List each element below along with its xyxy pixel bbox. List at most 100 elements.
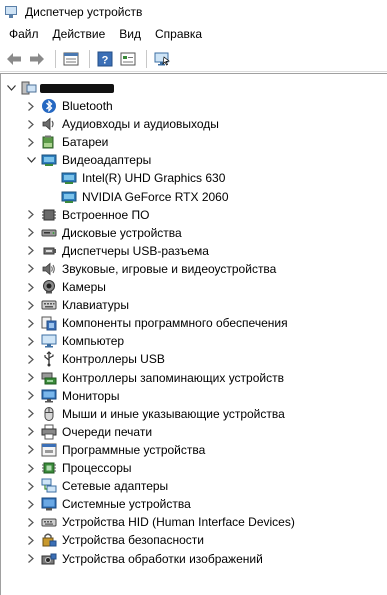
expand-chevron-icon[interactable] [25, 441, 37, 459]
camera-icon [41, 279, 57, 295]
expand-chevron-icon[interactable] [25, 332, 37, 350]
expand-chevron-icon[interactable] [25, 350, 37, 368]
help-button[interactable]: ? [95, 49, 115, 69]
tree-category-label: Батареи [62, 135, 109, 150]
tree-category[interactable]: Клавиатуры [25, 296, 129, 314]
computer-icon [21, 80, 37, 96]
menu-view[interactable]: Вид [112, 27, 148, 41]
expand-chevron-icon[interactable] [25, 369, 37, 387]
tree-category[interactable]: Программные устройства [25, 441, 205, 459]
sound-icon [41, 261, 57, 277]
tree-category-label: Программные устройства [62, 442, 206, 457]
svg-text:?: ? [102, 54, 109, 66]
security-device-icon [41, 532, 57, 548]
menu-action[interactable]: Действие [46, 27, 113, 41]
expand-chevron-icon[interactable] [25, 97, 37, 115]
expand-chevron-icon[interactable] [25, 296, 37, 314]
tree-category-label: Аудиовходы и аудиовыходы [62, 117, 219, 132]
tree-category[interactable]: Очереди печати [25, 423, 152, 441]
tree-category[interactable]: Процессоры [25, 459, 132, 477]
tree-device[interactable]: NVIDIA GeForce RTX 2060 [61, 188, 229, 206]
scan-hardware-button[interactable] [152, 49, 172, 69]
properties-button[interactable] [61, 49, 81, 69]
bluetooth-icon [41, 98, 57, 114]
expand-chevron-icon[interactable] [25, 242, 37, 260]
tree-category[interactable]: Bluetooth [25, 97, 113, 115]
menu-file[interactable]: Файл [0, 27, 46, 41]
tree-category-label: Устройства безопасности [62, 533, 204, 548]
tree-category[interactable]: Диспетчеры USB-разъема [25, 242, 209, 260]
usb-connector-icon [41, 243, 57, 259]
menu-bar: Файл Действие Вид Справка [0, 24, 387, 44]
expand-chevron-icon[interactable] [25, 115, 37, 133]
tree-category-label: Системные устройства [62, 497, 191, 512]
expand-chevron-icon[interactable] [25, 477, 37, 495]
system-device-icon [41, 496, 57, 512]
tree-category[interactable]: Встроенное ПО [25, 206, 149, 224]
expand-chevron-icon[interactable] [25, 459, 37, 477]
tree-category-label: Дисковые устройства [62, 225, 182, 240]
tree-category-label: Видеоадаптеры [62, 153, 152, 168]
tree-device-label: Intel(R) UHD Graphics 630 [82, 171, 226, 186]
device-tree: Bluetooth Аудиовходы и аудиовыходы Батареи… [0, 73, 387, 595]
tree-category[interactable]: Мыши и иные указывающие устройства [25, 405, 285, 423]
expand-chevron-icon[interactable] [25, 405, 37, 423]
expand-chevron-icon[interactable] [25, 260, 37, 278]
imaging-device-icon [41, 551, 57, 567]
expand-chevron-icon[interactable] [25, 206, 37, 224]
back-button[interactable] [4, 49, 24, 69]
expand-chevron-icon[interactable] [25, 278, 37, 296]
tree-category[interactable]: Компьютер [25, 332, 124, 350]
tree-category[interactable]: Камеры [25, 278, 106, 296]
properties-icon [63, 52, 79, 65]
tree-category[interactable]: Системные устройства [25, 495, 191, 513]
device-manager-icon [5, 5, 19, 19]
expand-chevron-icon[interactable] [25, 513, 37, 531]
disk-drive-icon [41, 225, 57, 241]
tree-category[interactable]: Компоненты программного обеспечения [25, 314, 288, 332]
tree-root[interactable] [5, 79, 114, 97]
tree-category-label: Камеры [62, 280, 106, 294]
forward-button[interactable] [27, 49, 47, 69]
tree-category-label: Диспетчеры USB-разъема [62, 243, 209, 258]
tree-category[interactable]: Видеоадаптеры [25, 151, 151, 169]
expand-chevron-icon[interactable] [25, 224, 37, 242]
tree-category[interactable]: Батареи [25, 133, 108, 151]
tree-category-label: Устройства обработки изображений [62, 551, 263, 566]
printer-icon [41, 424, 57, 440]
expand-chevron-icon[interactable] [25, 133, 37, 151]
tree-device-label: NVIDIA GeForce RTX 2060 [82, 189, 229, 204]
computer-icon [41, 333, 57, 349]
tree-category[interactable]: Контроллеры USB [25, 350, 165, 368]
expand-chevron-icon[interactable] [25, 550, 37, 568]
tree-device[interactable]: Intel(R) UHD Graphics 630 [61, 169, 225, 187]
expand-chevron-icon[interactable] [25, 314, 37, 332]
tree-category-label: Встроенное ПО [62, 207, 150, 222]
tree-category[interactable]: Контроллеры запоминающих устройств [25, 369, 284, 387]
tree-category[interactable]: Устройства обработки изображений [25, 550, 263, 568]
device-props-button[interactable] [118, 49, 138, 69]
tree-category[interactable]: Мониторы [25, 387, 119, 405]
software-component-icon [41, 315, 57, 331]
tree-category[interactable]: Звуковые, игровые и видеоустройства [25, 260, 276, 278]
tree-category[interactable]: Устройства HID (Human Interface Devices) [25, 513, 295, 531]
display-adapter-icon [61, 189, 77, 205]
tree-category-label: Контроллеры USB [62, 352, 165, 367]
menu-help[interactable]: Справка [148, 27, 209, 41]
tree-category-label: Мыши и иные указывающие устройства [62, 406, 285, 421]
expand-chevron-icon[interactable] [25, 495, 37, 513]
expand-chevron-icon[interactable] [25, 531, 37, 549]
tree-category[interactable]: Сетевые адаптеры [25, 477, 168, 495]
title-bar: Диспетчер устройств [0, 0, 387, 24]
collapse-chevron-icon[interactable] [5, 79, 17, 97]
tree-category[interactable]: Аудиовходы и аудиовыходы [25, 115, 219, 133]
tree-category[interactable]: Устройства безопасности [25, 531, 204, 549]
tree-category-label: Клавиатуры [62, 298, 129, 313]
expand-chevron-icon[interactable] [25, 387, 37, 405]
speaker-icon [41, 116, 57, 132]
tree-category-label: Устройства HID (Human Interface Devices) [62, 515, 295, 530]
expand-chevron-icon[interactable] [25, 423, 37, 441]
tree-category[interactable]: Дисковые устройства [25, 224, 182, 242]
hid-icon [41, 514, 57, 530]
collapse-chevron-icon[interactable] [25, 151, 37, 169]
